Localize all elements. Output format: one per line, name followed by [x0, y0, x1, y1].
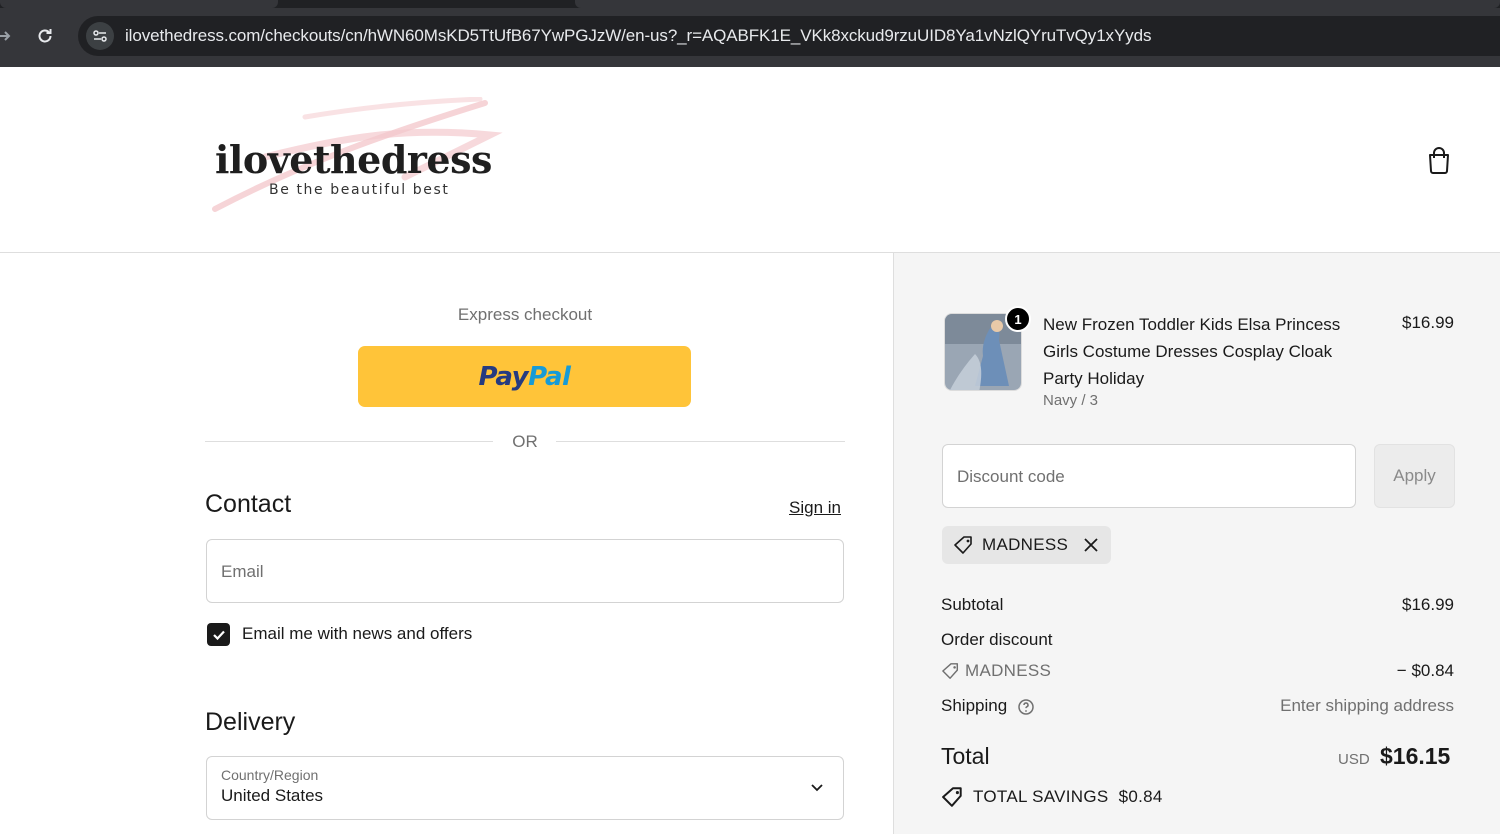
contact-heading: Contact: [205, 490, 292, 518]
applied-code-label: MADNESS: [982, 535, 1069, 554]
shipping-value: Enter shipping address: [1280, 696, 1454, 715]
logo-tagline: Be the beautiful best: [269, 182, 450, 198]
remove-discount-icon[interactable]: [1082, 536, 1100, 554]
checkout-form: Express checkout PayPal OR Contact Sign …: [0, 253, 893, 834]
discount-amount: − $0.84: [1396, 661, 1454, 680]
express-checkout-label: Express checkout: [457, 305, 593, 324]
delivery-heading: Delivery: [205, 708, 296, 736]
total-amount: $16.15: [1380, 743, 1451, 769]
country-select-value: United States: [221, 786, 324, 805]
applied-discount-chip: MADNESS: [942, 526, 1111, 564]
sign-in-link[interactable]: Sign in: [789, 498, 841, 518]
email-placeholder: Email: [221, 562, 264, 581]
store-logo[interactable]: ilovethedress Be the beautiful best: [205, 97, 505, 222]
or-divider: OR: [205, 431, 845, 453]
or-label: OR: [512, 432, 538, 451]
total-savings: TOTAL SAVINGS $0.84: [973, 787, 1163, 806]
browser-tab[interactable]: [575, 0, 1500, 8]
site-header: ilovethedress Be the beautiful best: [0, 67, 1500, 253]
product-variant: Navy / 3: [1043, 392, 1099, 409]
discount-code-field[interactable]: Discount code: [942, 444, 1356, 508]
newsletter-checkbox[interactable]: [207, 623, 230, 646]
order-discount-label: Order discount: [941, 630, 1053, 649]
country-select-label: Country/Region: [221, 767, 319, 783]
browser-toolbar: ilovethedress.com/checkouts/cn/hWN60MsKD…: [0, 0, 1500, 67]
discount-code-name: MADNESS: [965, 661, 1052, 680]
site-settings-icon[interactable]: [86, 22, 114, 50]
email-field[interactable]: Email: [206, 539, 844, 603]
cart-icon[interactable]: [1425, 145, 1453, 175]
product-price: $16.99: [1402, 313, 1454, 332]
forward-icon[interactable]: [0, 24, 16, 48]
paypal-logo: PayPal: [478, 361, 571, 392]
chevron-down-icon: [809, 779, 825, 795]
reload-icon[interactable]: [33, 24, 57, 48]
shipping-label: Shipping: [941, 696, 1008, 715]
savings-tag-icon: [942, 786, 964, 808]
tag-icon: [942, 662, 960, 680]
subtotal-value: $16.99: [1402, 595, 1454, 614]
discount-placeholder: Discount code: [957, 467, 1065, 486]
divider-line: [556, 441, 845, 442]
total-label: Total: [941, 743, 990, 769]
checkmark-icon: [212, 630, 225, 640]
total-currency: USD: [1338, 751, 1370, 768]
logo-wordmark: ilovethedress: [215, 137, 492, 182]
tag-icon: [954, 536, 972, 554]
browser-tab[interactable]: [0, 0, 278, 8]
quantity-badge: 1: [1005, 306, 1031, 332]
product-name: New Frozen Toddler Kids Elsa Princess Gi…: [1043, 315, 1341, 388]
newsletter-label[interactable]: Email me with news and offers: [242, 624, 472, 644]
subtotal-label: Subtotal: [941, 595, 1004, 614]
paypal-button[interactable]: PayPal: [358, 346, 691, 407]
help-icon[interactable]: [1017, 698, 1035, 716]
url-text[interactable]: ilovethedress.com/checkouts/cn/hWN60MsKD…: [125, 26, 1151, 46]
apply-discount-button[interactable]: Apply: [1374, 444, 1455, 508]
tab-strip: [0, 0, 1500, 8]
